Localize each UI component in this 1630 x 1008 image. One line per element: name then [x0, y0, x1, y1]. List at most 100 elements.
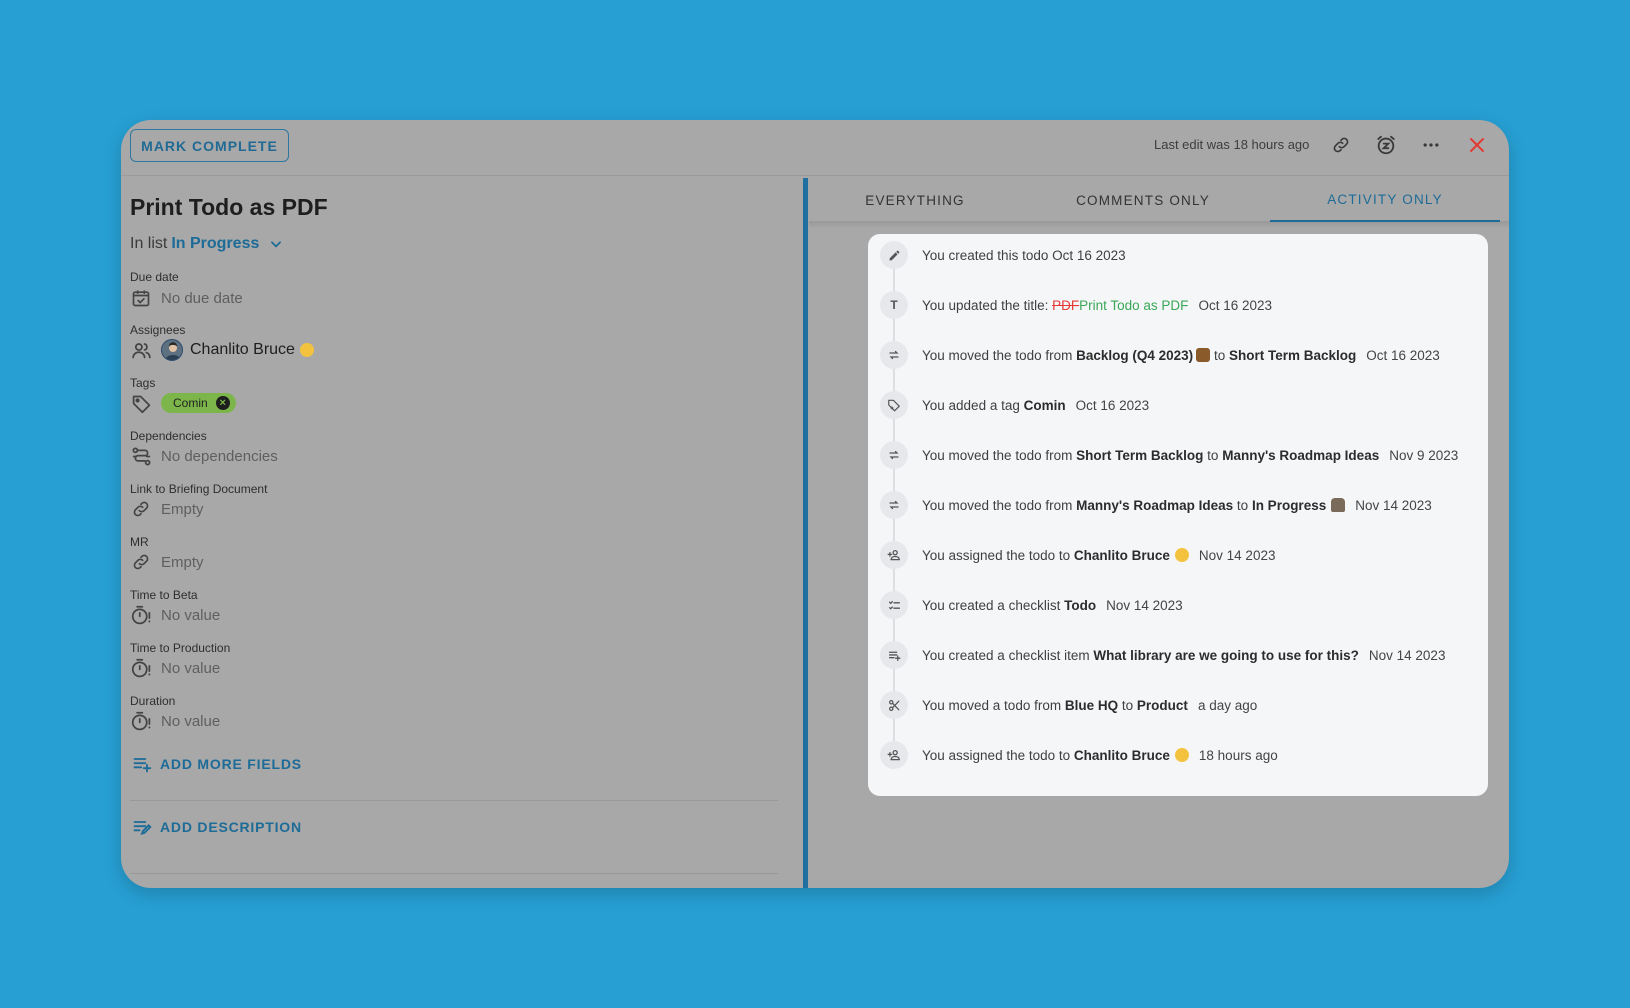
- time-to-beta-field[interactable]: No value: [130, 604, 220, 626]
- activity-text: to: [1207, 447, 1219, 463]
- todo-title[interactable]: Print Todo as PDF: [130, 194, 328, 221]
- activity-date: Oct 16 2023: [1366, 347, 1440, 363]
- timer-alert-icon: [130, 604, 152, 626]
- activity-bold: Product: [1136, 697, 1188, 713]
- activity-bold: Short Term Backlog: [1228, 347, 1357, 363]
- activity-text: to: [1213, 347, 1226, 363]
- dependencies-field[interactable]: No dependencies: [130, 445, 278, 467]
- tag-add-icon: [880, 391, 908, 419]
- activity-text: You moved the todo from: [922, 347, 1073, 363]
- activity-bold: Short Term Backlog: [1076, 447, 1204, 463]
- more-icon[interactable]: [1419, 133, 1443, 157]
- activity-text: You moved the todo from: [922, 497, 1073, 513]
- activity-bold: What library are we going to use for thi…: [1093, 647, 1359, 663]
- calendar-check-icon: [130, 287, 152, 309]
- duration-field[interactable]: No value: [130, 710, 220, 732]
- move-icon: [880, 491, 908, 519]
- activity-date: Nov 9 2023: [1389, 447, 1459, 463]
- list-item: You added a tag Comin Oct 16 2023: [880, 390, 1149, 420]
- mr-field[interactable]: Empty: [130, 551, 204, 573]
- dependencies-value: No dependencies: [161, 447, 278, 465]
- time-to-production-field[interactable]: No value: [130, 657, 220, 679]
- list-name[interactable]: In Progress: [171, 235, 259, 253]
- list-item: You moved the todo from Backlog (Q4 2023…: [880, 340, 1440, 370]
- list-item: You moved the todo from Manny's Roadmap …: [880, 490, 1432, 520]
- briefing-label: Link to Briefing Document: [130, 482, 268, 496]
- add-description-button[interactable]: ADD DESCRIPTION: [132, 817, 302, 837]
- list-item: You assigned the todo to Chanlito Bruce 1…: [880, 740, 1278, 770]
- timer-alert-icon: [130, 710, 152, 732]
- activity-text: You created this todo: [922, 247, 1049, 263]
- activity-tabs: EVERYTHING COMMENTS ONLY ACTIVITY ONLY: [809, 178, 1509, 222]
- activity-date: Oct 16 2023: [1052, 247, 1126, 263]
- edit-note-icon: [132, 817, 152, 837]
- assignee-name: Chanlito Bruce: [190, 341, 295, 358]
- activity-date: Nov 14 2023: [1368, 647, 1446, 663]
- people-icon: [130, 339, 152, 361]
- link-icon: [130, 498, 152, 520]
- briefing-value: Empty: [161, 500, 204, 518]
- add-more-fields-button[interactable]: ADD MORE FIELDS: [132, 754, 302, 774]
- remove-tag-icon[interactable]: ×: [215, 396, 230, 410]
- tags-label: Tags: [130, 376, 156, 390]
- activity-text: You assigned the todo to: [922, 547, 1071, 563]
- activity-date: Oct 16 2023: [1075, 397, 1150, 413]
- tag-chip[interactable]: Comin ×: [161, 393, 236, 413]
- panel-resize-handle[interactable]: [803, 178, 808, 888]
- activity-date: Oct 16 2023: [1198, 297, 1272, 313]
- mark-complete-button[interactable]: MARK COMPLETE: [130, 129, 289, 162]
- activity-feed: You created this todo Oct 16 2023 T You …: [868, 234, 1488, 796]
- activity-text: You assigned the todo to: [922, 747, 1071, 763]
- playlist-add-icon: [880, 641, 908, 669]
- list-selector[interactable]: In list In Progress: [130, 235, 283, 253]
- activity-bold: Comin: [1023, 397, 1066, 413]
- timer-alert-icon: [130, 657, 152, 679]
- close-icon[interactable]: [1465, 133, 1489, 157]
- due-date-field[interactable]: No due date: [130, 287, 243, 309]
- tags-field[interactable]: Comin ×: [130, 392, 236, 414]
- activity-text: You updated the title:: [922, 297, 1049, 313]
- activity-date: a day ago: [1197, 697, 1258, 713]
- activity-bold: Manny's Roadmap Ideas: [1076, 497, 1234, 513]
- due-date-value: No due date: [161, 289, 243, 307]
- activity-text: to: [1121, 697, 1134, 713]
- list-item: You created a checklist Todo Nov 14 2023: [880, 590, 1183, 620]
- tab-activity-only[interactable]: ACTIVITY ONLY: [1270, 178, 1500, 222]
- activity-date: Nov 14 2023: [1106, 597, 1183, 613]
- sunglasses-emoji-icon: [1174, 748, 1189, 762]
- title-icon: T: [880, 291, 908, 319]
- dependencies-label: Dependencies: [130, 429, 207, 443]
- briefing-field[interactable]: Empty: [130, 498, 204, 520]
- dependencies-icon: [130, 445, 152, 467]
- checklist-icon: [880, 591, 908, 619]
- mr-value: Empty: [161, 553, 204, 571]
- list-item: You moved a todo from Blue HQ to Product…: [880, 690, 1257, 720]
- tab-everything[interactable]: EVERYTHING: [832, 178, 998, 222]
- snooze-alarm-icon[interactable]: [1374, 133, 1398, 157]
- time-to-beta-label: Time to Beta: [130, 588, 198, 602]
- tab-comments-only[interactable]: COMMENTS ONLY: [1039, 178, 1247, 222]
- activity-bold: In Progress: [1251, 497, 1327, 513]
- activity-text: You created a checklist: [922, 597, 1061, 613]
- tag-icon: [130, 392, 152, 414]
- scissors-icon: [880, 691, 908, 719]
- activity-text: You added a tag: [922, 397, 1020, 413]
- due-date-label: Due date: [130, 270, 179, 284]
- activity-text: to: [1236, 497, 1249, 513]
- sunglasses-emoji-icon: [1174, 548, 1189, 562]
- activity-bold: Chanlito Bruce: [1073, 547, 1170, 563]
- chevron-down-icon[interactable]: [269, 237, 283, 251]
- assignees-label: Assignees: [130, 323, 186, 337]
- avatar[interactable]: [161, 339, 183, 361]
- tag-label: Comin: [173, 396, 208, 410]
- assignees-field[interactable]: Chanlito Bruce: [130, 339, 314, 361]
- activity-text: You created a checklist item: [922, 647, 1090, 663]
- person-add-icon: [880, 541, 908, 569]
- duration-label: Duration: [130, 694, 176, 708]
- modal-header: MARK COMPLETE Last edit was 18 hours ago: [121, 120, 1509, 176]
- link-icon[interactable]: [1329, 133, 1353, 157]
- list-item: You moved the todo from Short Term Backl…: [880, 440, 1458, 470]
- pencil-icon: [880, 241, 908, 269]
- activity-bold: Todo: [1064, 597, 1097, 613]
- activity-bold: Chanlito Bruce: [1073, 747, 1170, 763]
